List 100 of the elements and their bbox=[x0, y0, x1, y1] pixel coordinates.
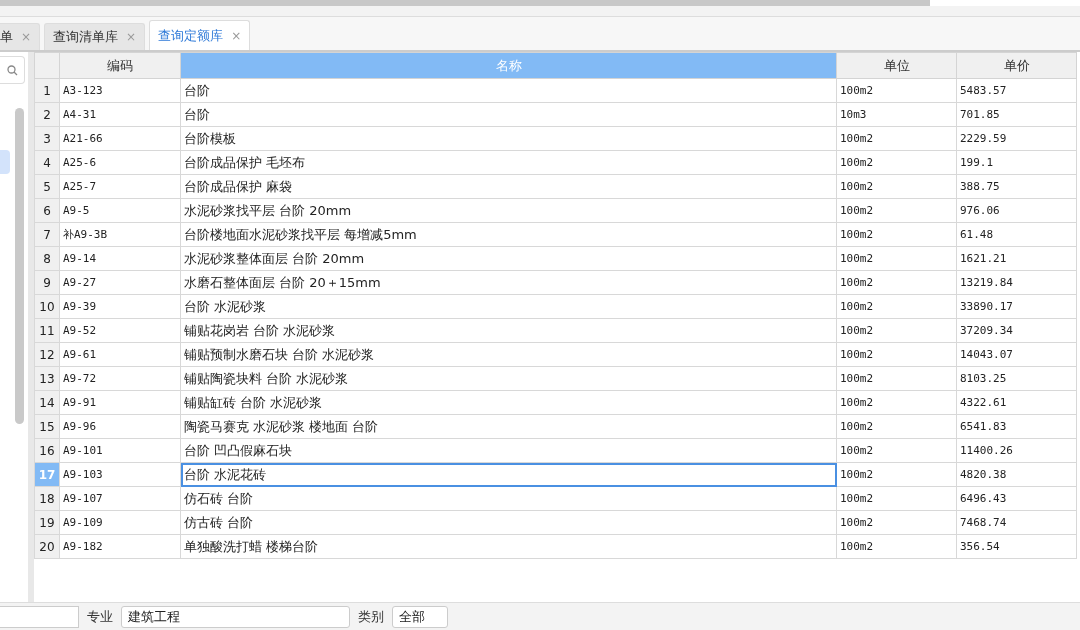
table-cell: A9-96 bbox=[59, 414, 181, 439]
table-cell: 1621.21 bbox=[956, 246, 1077, 271]
row-number[interactable]: 6 bbox=[34, 198, 60, 223]
table-cell: 铺贴预制水磨石块 台阶 水泥砂浆 bbox=[180, 342, 837, 367]
search-field[interactable] bbox=[0, 56, 25, 84]
table-cell: A9-39 bbox=[59, 294, 181, 319]
table-cell: 100m2 bbox=[836, 534, 957, 559]
row-number[interactable]: 16 bbox=[34, 438, 60, 463]
table-cell: A25-6 bbox=[59, 150, 181, 175]
row-number[interactable]: 14 bbox=[34, 390, 60, 415]
category-dropdown[interactable]: 全部 bbox=[392, 605, 448, 628]
tree-item-highlight[interactable] bbox=[0, 150, 10, 174]
table-cell: A9-103 bbox=[59, 462, 181, 487]
table-cell: 100m2 bbox=[836, 150, 957, 175]
table-cell: 水泥砂浆整体面层 台阶 20mm bbox=[180, 246, 837, 271]
table-cell: 388.75 bbox=[956, 174, 1077, 199]
tab[interactable]: 查询清单库 × bbox=[44, 23, 146, 50]
scrollbar-thumb[interactable] bbox=[0, 0, 930, 6]
table-cell: 6496.43 bbox=[956, 486, 1077, 511]
table-cell: 铺贴陶瓷块料 台阶 水泥砂浆 bbox=[180, 366, 837, 391]
column-header[interactable]: 单位 bbox=[836, 52, 957, 79]
row-number[interactable]: 9 bbox=[34, 270, 60, 295]
table-cell: A9-182 bbox=[59, 534, 181, 559]
tab[interactable]: 查询定额库 × bbox=[149, 20, 251, 50]
row-number[interactable]: 10 bbox=[34, 294, 60, 319]
row-number[interactable]: 2 bbox=[34, 102, 60, 127]
column-header[interactable]: 单价 bbox=[956, 52, 1077, 79]
table-cell: A9-5 bbox=[59, 198, 181, 223]
table-cell: A21-66 bbox=[59, 126, 181, 151]
table-cell: 100m2 bbox=[836, 462, 957, 487]
table-cell: A9-61 bbox=[59, 342, 181, 367]
input-field[interactable] bbox=[0, 605, 79, 628]
table-cell: 台阶 bbox=[180, 102, 837, 127]
table-cell: 356.54 bbox=[956, 534, 1077, 559]
table-cell: 陶瓷马赛克 水泥砂浆 楼地面 台阶 bbox=[180, 414, 837, 439]
row-number[interactable]: 3 bbox=[34, 126, 60, 151]
table-cell: 100m2 bbox=[836, 270, 957, 295]
table-cell: 199.1 bbox=[956, 150, 1077, 175]
row-number[interactable]: 7 bbox=[34, 222, 60, 247]
table-cell: 701.85 bbox=[956, 102, 1077, 127]
row-number[interactable]: 20 bbox=[34, 534, 60, 559]
table-cell: 仿石砖 台阶 bbox=[180, 486, 837, 511]
table-cell: A9-109 bbox=[59, 510, 181, 535]
table-cell: 台阶成品保护 麻袋 bbox=[180, 174, 837, 199]
table-cell: 11400.26 bbox=[956, 438, 1077, 463]
table-cell: 台阶模板 bbox=[180, 126, 837, 151]
table-cell: 铺贴花岗岩 台阶 水泥砂浆 bbox=[180, 318, 837, 343]
major-field[interactable]: 建筑工程 bbox=[121, 605, 350, 628]
table-cell: 台阶 bbox=[180, 78, 837, 103]
row-number[interactable]: 8 bbox=[34, 246, 60, 271]
table-cell: 铺贴缸砖 台阶 水泥砂浆 bbox=[180, 390, 837, 415]
table-cell: A9-107 bbox=[59, 486, 181, 511]
table-cell: A9-14 bbox=[59, 246, 181, 271]
table-cell: 4820.38 bbox=[956, 462, 1077, 487]
row-number[interactable]: 5 bbox=[34, 174, 60, 199]
table-cell: A25-7 bbox=[59, 174, 181, 199]
table-cell: 100m2 bbox=[836, 318, 957, 343]
row-number[interactable]: 4 bbox=[34, 150, 60, 175]
table-cell: A9-27 bbox=[59, 270, 181, 295]
table-cell: 水泥砂浆找平层 台阶 20mm bbox=[180, 198, 837, 223]
table-cell: 100m2 bbox=[836, 294, 957, 319]
table-cell: 8103.25 bbox=[956, 366, 1077, 391]
table-cell: 100m2 bbox=[836, 222, 957, 247]
table-cell: 台阶楼地面水泥砂浆找平层 每增减5mm bbox=[180, 222, 837, 247]
tab[interactable]: 单 × bbox=[0, 23, 41, 50]
table-cell: 100m2 bbox=[836, 126, 957, 151]
row-number[interactable]: 1 bbox=[34, 78, 60, 103]
table-cell: 37209.34 bbox=[956, 318, 1077, 343]
table-cell: 100m2 bbox=[836, 342, 957, 367]
table-cell: 100m2 bbox=[836, 390, 957, 415]
row-number[interactable]: 19 bbox=[34, 510, 60, 535]
table-cell: 台阶 水泥砂浆 bbox=[180, 294, 837, 319]
table-cell: 100m2 bbox=[836, 78, 957, 103]
table-cell: 33890.17 bbox=[956, 294, 1077, 319]
table-cell: 10m3 bbox=[836, 102, 957, 127]
table-cell: 100m2 bbox=[836, 486, 957, 511]
row-number[interactable]: 11 bbox=[34, 318, 60, 343]
table-cell: 补A9-3B bbox=[59, 222, 181, 247]
table-cell: 100m2 bbox=[836, 198, 957, 223]
table-cell: A9-52 bbox=[59, 318, 181, 343]
table-cell: 61.48 bbox=[956, 222, 1077, 247]
field-label: 类别 bbox=[358, 607, 384, 626]
table-cell: 台阶 水泥花砖 bbox=[180, 462, 837, 487]
row-number[interactable]: 18 bbox=[34, 486, 60, 511]
table-cell: A3-123 bbox=[59, 78, 181, 103]
table-cell: A9-101 bbox=[59, 438, 181, 463]
table-cell: 7468.74 bbox=[956, 510, 1077, 535]
row-number[interactable]: 12 bbox=[34, 342, 60, 367]
table-cell: 5483.57 bbox=[956, 78, 1077, 103]
table-cell: 100m2 bbox=[836, 438, 957, 463]
table-cell: 仿古砖 台阶 bbox=[180, 510, 837, 535]
column-header[interactable]: 编码 bbox=[59, 52, 181, 79]
table-cell: 100m2 bbox=[836, 366, 957, 391]
table-cell: A9-91 bbox=[59, 390, 181, 415]
scrollbar-thumb[interactable] bbox=[15, 108, 24, 424]
row-number[interactable]: 13 bbox=[34, 366, 60, 391]
table-cell: 976.06 bbox=[956, 198, 1077, 223]
table-cell: 台阶 凹凸假麻石块 bbox=[180, 438, 837, 463]
search-icon bbox=[6, 64, 18, 76]
row-number[interactable]: 15 bbox=[34, 414, 60, 439]
